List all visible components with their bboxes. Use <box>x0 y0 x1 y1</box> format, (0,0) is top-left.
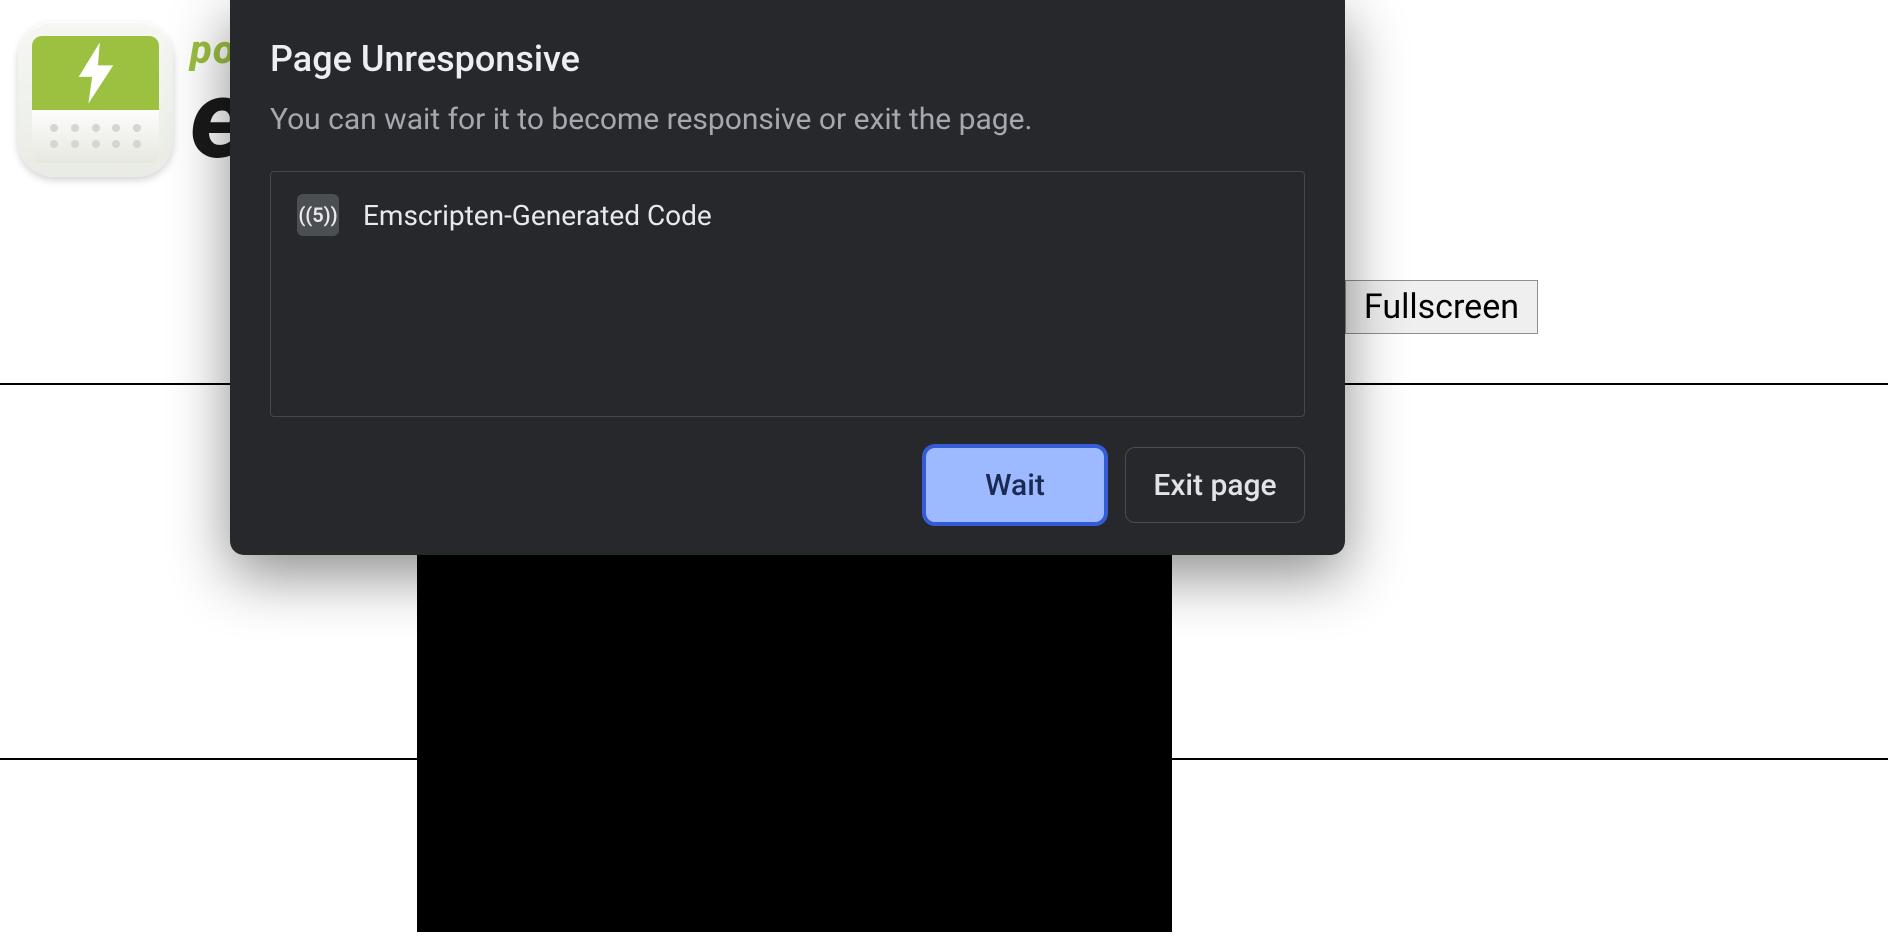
dialog-title: Page Unresponsive <box>270 38 1305 80</box>
process-list: ((5)) Emscripten-Generated Code <box>270 171 1305 417</box>
dialog-button-row: Wait Exit page <box>270 447 1305 523</box>
wait-button[interactable]: Wait <box>925 447 1105 523</box>
dialog-backdrop: Page Unresponsive You can wait for it to… <box>0 0 1888 936</box>
process-row: ((5)) Emscripten-Generated Code <box>297 194 1278 236</box>
dialog-message: You can wait for it to become responsive… <box>270 102 1305 137</box>
broadcast-icon: ((5)) <box>297 194 339 236</box>
exit-page-button[interactable]: Exit page <box>1125 447 1305 523</box>
process-name: Emscripten-Generated Code <box>363 199 712 232</box>
page-unresponsive-dialog: Page Unresponsive You can wait for it to… <box>230 0 1345 555</box>
